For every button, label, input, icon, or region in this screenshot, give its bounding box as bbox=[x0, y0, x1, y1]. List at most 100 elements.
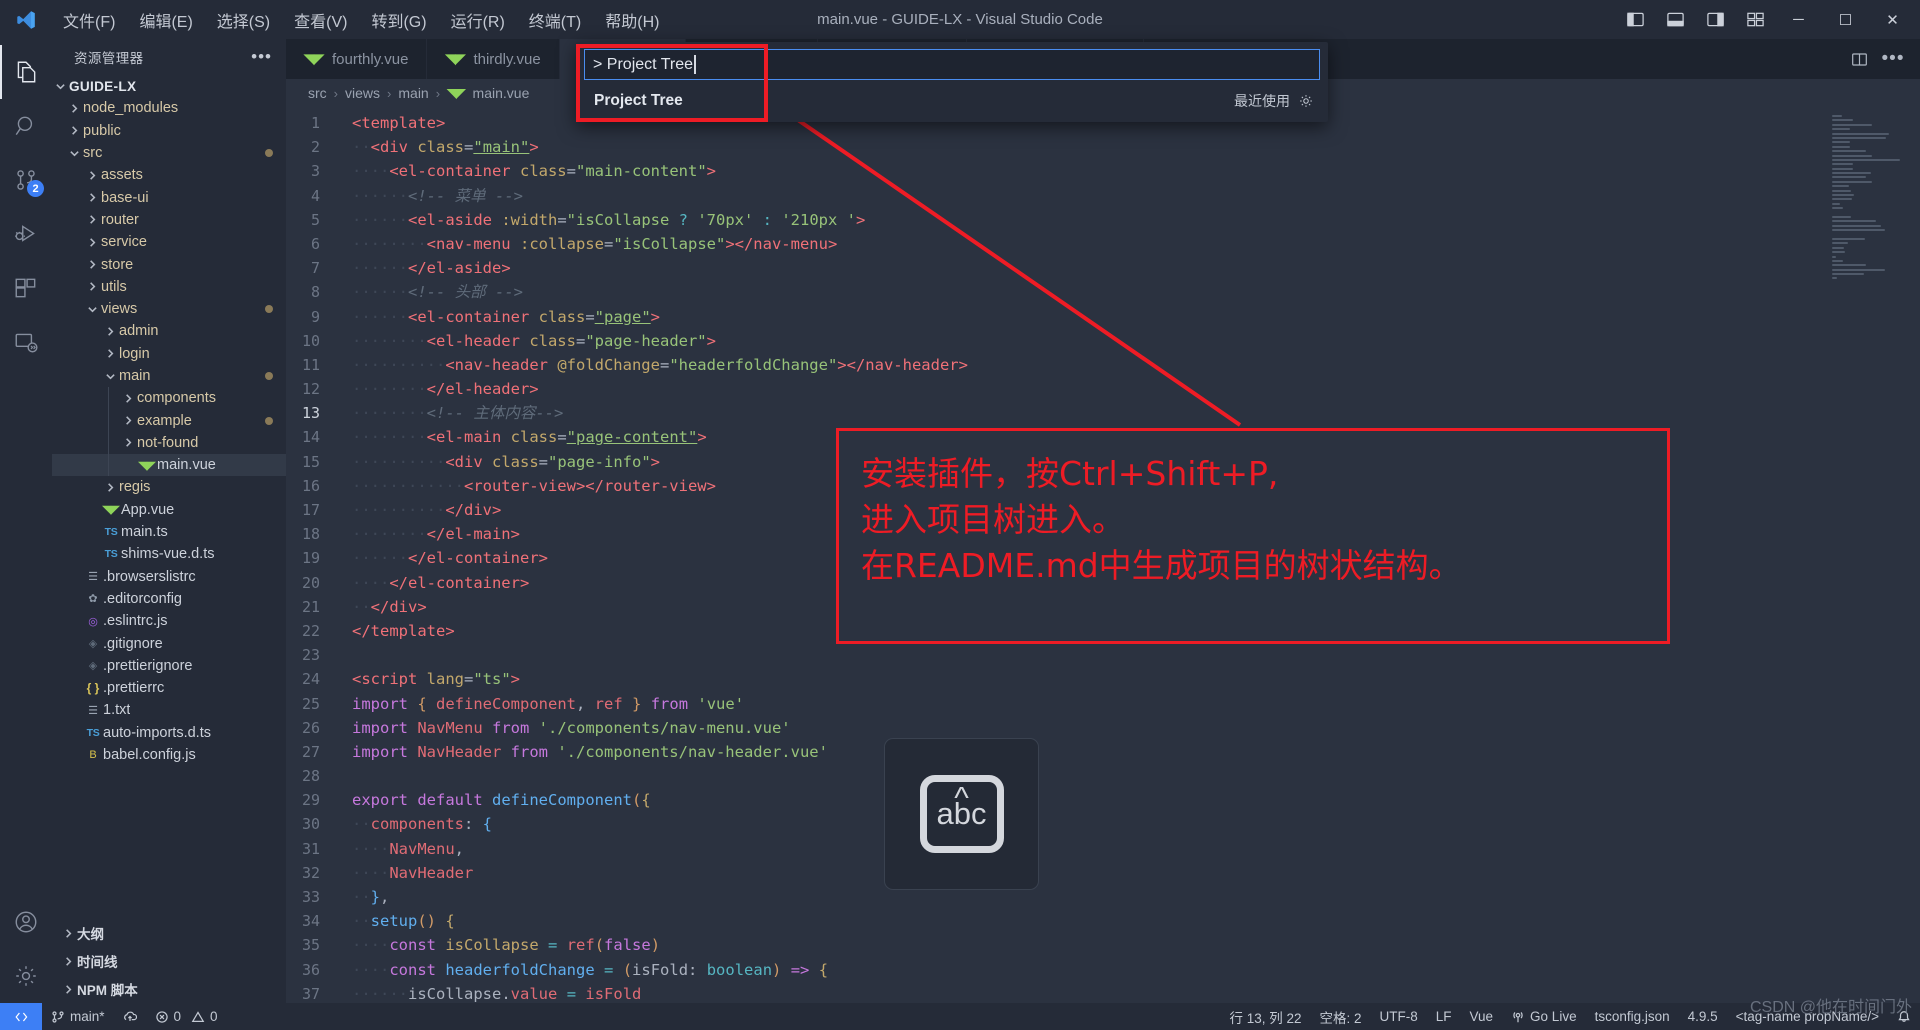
tree-item-router[interactable]: router bbox=[52, 209, 286, 231]
breadcrumb-main[interactable]: main bbox=[398, 85, 428, 101]
code-line[interactable]: 10 ········<el-header class="page-header"… bbox=[286, 329, 1920, 353]
breadcrumb-views[interactable]: views bbox=[345, 85, 380, 101]
breadcrumb-file[interactable]: main.vue bbox=[473, 85, 530, 101]
maximize-button[interactable]: ☐ bbox=[1822, 0, 1869, 39]
remote-window-indicator[interactable] bbox=[0, 1003, 42, 1030]
tree-item-.prettierignore[interactable]: ◈ .prettierignore bbox=[52, 655, 286, 677]
status-sync[interactable] bbox=[114, 1003, 146, 1030]
code-line[interactable]: 25 import { defineComponent, ref } from '… bbox=[286, 692, 1920, 716]
section-outline[interactable]: 大纲 bbox=[52, 919, 286, 947]
tree-item-.prettierrc[interactable]: { } .prettierrc bbox=[52, 677, 286, 699]
tree-item-.browserslistrc[interactable]: ☰ .browserslistrc bbox=[52, 566, 286, 588]
toggle-secondary-sidebar-icon[interactable] bbox=[1695, 0, 1735, 39]
status-cursor-position[interactable]: 行 13, 列 22 bbox=[1220, 1003, 1310, 1030]
toggle-primary-sidebar-icon[interactable] bbox=[1615, 0, 1655, 39]
activity-run-debug[interactable] bbox=[0, 207, 52, 261]
tree-item-example[interactable]: example bbox=[52, 409, 286, 432]
status-ts-version[interactable]: 4.9.5 bbox=[1679, 1003, 1727, 1030]
code-line[interactable]: 7 ······</el-aside> bbox=[286, 256, 1920, 280]
menu-terminal[interactable]: 终端(T) bbox=[518, 4, 592, 36]
code-line[interactable]: 32 ····NavHeader bbox=[286, 861, 1920, 885]
menu-selection[interactable]: 选择(S) bbox=[206, 4, 281, 36]
code-line[interactable]: 8 ······<!-- 头部 --> bbox=[286, 280, 1920, 304]
tree-item-components[interactable]: components bbox=[52, 387, 286, 410]
status-go-live[interactable]: Go Live bbox=[1502, 1003, 1586, 1030]
code-line[interactable]: 31 ····NavMenu, bbox=[286, 837, 1920, 861]
status-eol[interactable]: LF bbox=[1427, 1003, 1461, 1030]
editor-tab-fourthly-vue-0[interactable]: ◥◤ fourthly.vue bbox=[286, 39, 428, 79]
tree-item-utils[interactable]: utils bbox=[52, 276, 286, 298]
tree-item-store[interactable]: store bbox=[52, 253, 286, 275]
status-branch[interactable]: main* bbox=[42, 1003, 114, 1030]
code-line[interactable]: 2 ··<div class="main"> bbox=[286, 135, 1920, 159]
menu-go[interactable]: 转到(G) bbox=[360, 4, 437, 36]
tree-item-babel.config.js[interactable]: Bbabel.config.js bbox=[52, 744, 286, 766]
toggle-panel-icon[interactable] bbox=[1655, 0, 1695, 39]
menu-help[interactable]: 帮助(H) bbox=[594, 4, 670, 36]
explorer-more-icon[interactable]: ••• bbox=[251, 48, 272, 65]
file-tree[interactable]: GUIDE-LX node_modules public src assets base… bbox=[52, 75, 286, 919]
tree-item-service[interactable]: service bbox=[52, 231, 286, 253]
activity-accounts[interactable] bbox=[0, 895, 52, 949]
code-line[interactable]: 34 ··setup() { bbox=[286, 909, 1920, 933]
tree-item-src[interactable]: src bbox=[52, 142, 286, 164]
breadcrumb-src[interactable]: src bbox=[308, 85, 327, 101]
code-line[interactable]: 12 ········</el-header> bbox=[286, 377, 1920, 401]
section-npm-scripts[interactable]: NPM 脚本 bbox=[52, 975, 286, 1003]
command-result-project-tree[interactable]: Project Tree 最近使用 bbox=[576, 86, 1328, 116]
customize-layout-icon[interactable] bbox=[1735, 0, 1775, 39]
tree-item-main.vue[interactable]: ◥◤ main.vue bbox=[52, 454, 286, 477]
tree-item-node_modules[interactable]: node_modules bbox=[52, 97, 286, 119]
code-line[interactable]: 29 export default defineComponent({ bbox=[286, 788, 1920, 812]
editor-tab-thirdly-vue-1[interactable]: ◥◤ thirdly.vue bbox=[427, 39, 560, 79]
activity-settings[interactable] bbox=[0, 949, 52, 1003]
tree-item-.eslintrc.js[interactable]: ◎ .eslintrc.js bbox=[52, 610, 286, 632]
menu-edit[interactable]: 编辑(E) bbox=[128, 4, 203, 36]
code-line[interactable]: 33 ··}, bbox=[286, 885, 1920, 909]
command-palette-results[interactable]: Project Tree 最近使用 bbox=[576, 86, 1328, 122]
tree-item-main.ts[interactable]: TS main.ts bbox=[52, 521, 286, 543]
code-line[interactable]: 24 <script lang="ts"> bbox=[286, 667, 1920, 691]
tree-item-shims-vue.d.ts[interactable]: TS shims-vue.d.ts bbox=[52, 543, 286, 565]
menu-file[interactable]: 文件(F) bbox=[52, 4, 126, 36]
more-actions-icon[interactable]: ••• bbox=[1878, 39, 1908, 79]
command-palette-input[interactable]: > Project Tree bbox=[584, 49, 1320, 80]
code-line[interactable]: 5 ······<el-aside :width="isCollapse ? '7… bbox=[286, 208, 1920, 232]
tree-item-regis[interactable]: regis bbox=[52, 476, 286, 498]
code-line[interactable]: 27 import NavHeader from './components/na… bbox=[286, 740, 1920, 764]
close-button[interactable]: ✕ bbox=[1869, 0, 1916, 39]
activity-explorer[interactable] bbox=[0, 45, 52, 99]
status-language-mode[interactable]: Vue bbox=[1461, 1003, 1503, 1030]
tree-item-auto-imports.d.ts[interactable]: TS auto-imports.d.ts bbox=[52, 722, 286, 744]
code-line[interactable]: 26 import NavMenu from './components/nav-… bbox=[286, 716, 1920, 740]
command-palette[interactable]: > Project Tree Project Tree 最近使用 bbox=[576, 42, 1328, 122]
tree-item-base-ui[interactable]: base-ui bbox=[52, 186, 286, 208]
code-line[interactable]: 23 bbox=[286, 643, 1920, 667]
tree-item-1.txt[interactable]: ☰ 1.txt bbox=[52, 699, 286, 721]
status-encoding[interactable]: UTF-8 bbox=[1371, 1003, 1427, 1030]
status-tsconfig[interactable]: tsconfig.json bbox=[1586, 1003, 1679, 1030]
tree-item-app.vue[interactable]: ◥◤ App.vue bbox=[52, 499, 286, 521]
tree-item-views[interactable]: views bbox=[52, 298, 286, 320]
tree-item-login[interactable]: login bbox=[52, 343, 286, 365]
status-problems[interactable]: 0 0 bbox=[146, 1003, 227, 1030]
status-indentation[interactable]: 空格: 2 bbox=[1310, 1003, 1370, 1030]
minimize-button[interactable]: ─ bbox=[1775, 0, 1822, 39]
activity-remote-explorer[interactable] bbox=[0, 315, 52, 369]
code-line[interactable]: 3 ····<el-container class="main-content"> bbox=[286, 159, 1920, 183]
section-timeline[interactable]: 时间线 bbox=[52, 947, 286, 975]
split-editor-icon[interactable] bbox=[1844, 39, 1874, 79]
tree-item-.gitignore[interactable]: ◈ .gitignore bbox=[52, 632, 286, 654]
activity-extensions[interactable] bbox=[0, 261, 52, 315]
menu-run[interactable]: 运行(R) bbox=[440, 4, 516, 36]
code-line[interactable]: 30 ··components: { bbox=[286, 812, 1920, 836]
tree-item-admin[interactable]: admin bbox=[52, 320, 286, 342]
menu-view[interactable]: 查看(V) bbox=[283, 4, 358, 36]
code-line[interactable]: 11 ··········<nav-header @foldChange="hea… bbox=[286, 353, 1920, 377]
code-line[interactable]: 28 bbox=[286, 764, 1920, 788]
code-line[interactable]: 13 ········<!-- 主体内容--> bbox=[286, 401, 1920, 425]
tree-item-main[interactable]: main bbox=[52, 365, 286, 387]
code-line[interactable]: 35 ····const isCollapse = ref(false) bbox=[286, 933, 1920, 957]
minimap[interactable] bbox=[1832, 115, 1906, 315]
code-line[interactable]: 9 ······<el-container class="page"> bbox=[286, 305, 1920, 329]
